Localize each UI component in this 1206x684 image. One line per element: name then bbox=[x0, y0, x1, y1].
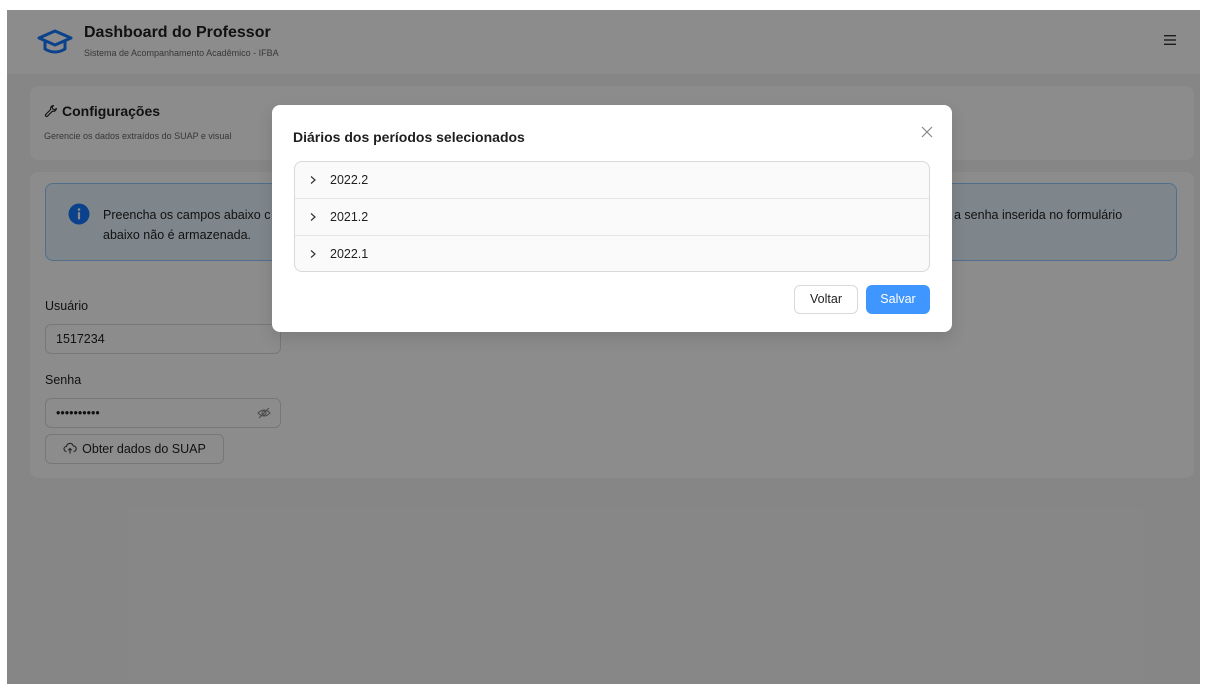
chevron-right-icon bbox=[310, 213, 316, 221]
periods-collapse: 2022.2 2021.2 2022.1 bbox=[294, 161, 930, 272]
chevron-right-icon bbox=[310, 250, 316, 258]
period-label: 2022.1 bbox=[330, 247, 369, 261]
collapse-item-period[interactable]: 2022.1 bbox=[295, 236, 929, 271]
chevron-right-icon bbox=[310, 176, 316, 184]
collapse-item-period[interactable]: 2021.2 bbox=[295, 199, 929, 236]
period-label: 2022.2 bbox=[330, 173, 369, 187]
collapse-item-period[interactable]: 2022.2 bbox=[295, 162, 929, 199]
back-button[interactable]: Voltar bbox=[794, 285, 858, 314]
close-icon[interactable] bbox=[920, 125, 934, 139]
save-button[interactable]: Salvar bbox=[866, 285, 930, 314]
period-label: 2021.2 bbox=[330, 210, 369, 224]
app: Dashboard do Professor Sistema de Acompa… bbox=[7, 10, 1200, 684]
periods-modal: Diários dos períodos selecionados 2022.2… bbox=[272, 105, 952, 332]
modal-title: Diários dos períodos selecionados bbox=[293, 129, 525, 145]
